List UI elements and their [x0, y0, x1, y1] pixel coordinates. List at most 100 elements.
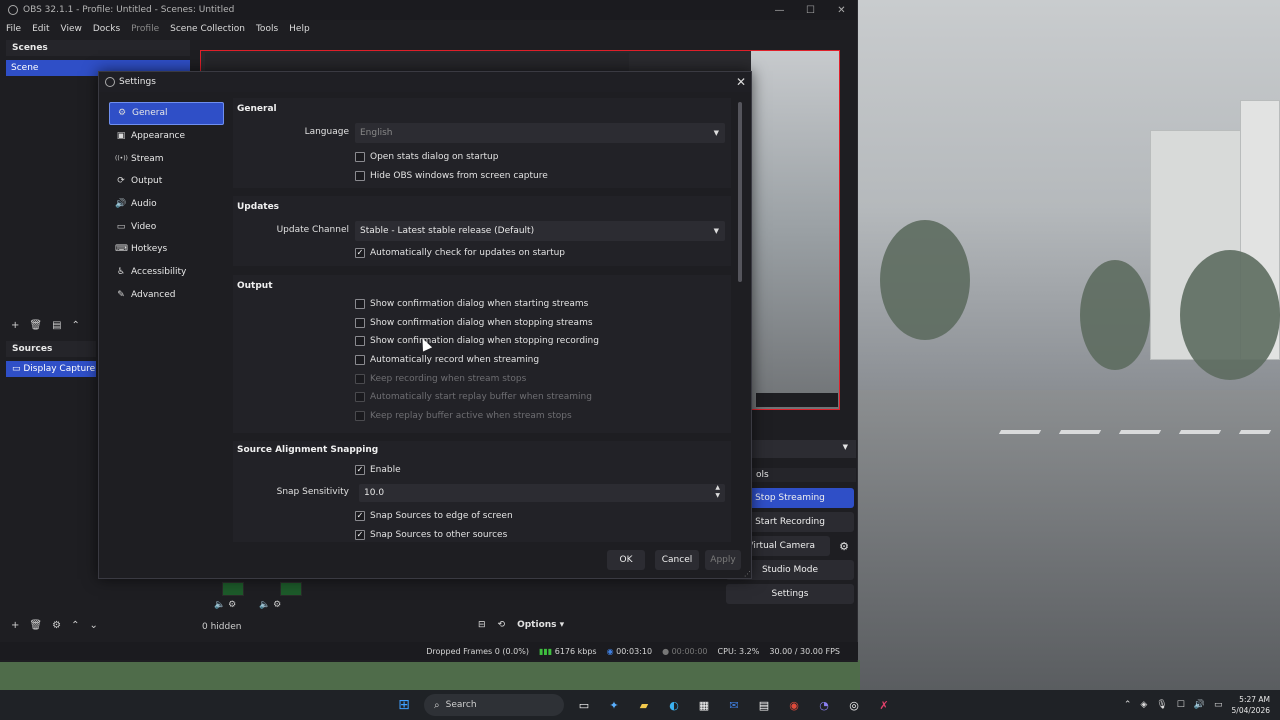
scenes-dock-header: Scenes: [6, 40, 190, 56]
update-channel-select[interactable]: Stable - Latest stable release (Default)…: [355, 221, 725, 241]
nav-accessibility[interactable]: ♿ Accessibility: [109, 261, 224, 284]
mixer-settings-icon[interactable]: ⚙: [273, 600, 281, 610]
road-marking: [1118, 430, 1162, 434]
menu-docks[interactable]: Docks: [93, 24, 120, 34]
nav-appearance[interactable]: ▣ Appearance: [109, 125, 224, 148]
menu-file[interactable]: File: [6, 24, 21, 34]
scene-filter-icon[interactable]: ▤: [52, 320, 61, 331]
general-group-title: General: [237, 104, 277, 114]
transition-select[interactable]: ▼: [752, 440, 856, 458]
checkbox-box: [355, 318, 365, 328]
virtual-camera-settings-icon[interactable]: ⚙: [836, 540, 852, 554]
obs-window-title: OBS 32.1.1 - Profile: Untitled - Scenes:…: [23, 5, 235, 15]
confirm-stop-stream-checkbox[interactable]: Show confirmation dialog when stopping s…: [355, 318, 593, 328]
stream-icon: ◉: [606, 646, 614, 656]
move-down-icon[interactable]: ⌄: [89, 620, 97, 631]
maximize-icon[interactable]: ☐: [795, 5, 826, 16]
app-taskbar-icon[interactable]: ✗: [874, 695, 894, 715]
snapping-group-title: Source Alignment Snapping: [237, 445, 379, 455]
network-icon[interactable]: ☐: [1177, 700, 1185, 710]
snap-sensitivity-spinbox[interactable]: 10.0 ▲ ▼: [359, 484, 725, 502]
scrollbar-thumb[interactable]: [738, 102, 742, 282]
nav-advanced[interactable]: ✎ Advanced: [109, 284, 224, 307]
snap-edge-checkbox[interactable]: ✓ Snap Sources to edge of screen: [355, 511, 513, 521]
settings-button[interactable]: Settings: [726, 584, 854, 604]
ok-button[interactable]: OK: [607, 550, 645, 570]
mixer-settings-icon[interactable]: ⚙: [228, 600, 236, 610]
snap-sensitivity-label: Snap Sensitivity: [276, 487, 349, 497]
open-stats-checkbox[interactable]: Open stats dialog on startup: [355, 152, 498, 162]
taskbar-search[interactable]: ⌕ Search: [424, 694, 564, 716]
menu-profile[interactable]: Profile: [131, 24, 159, 34]
chevron-down-icon: ▼: [713, 129, 719, 137]
tray-app-icon[interactable]: ◈: [1140, 700, 1147, 710]
settings-scrollbar[interactable]: [737, 102, 743, 542]
spin-arrows-icon[interactable]: ▲ ▼: [715, 484, 720, 500]
discord-icon[interactable]: ◔: [814, 695, 834, 715]
speaker-icon[interactable]: 🔈: [259, 600, 270, 610]
add-scene-icon[interactable]: +: [11, 320, 19, 331]
minimize-icon[interactable]: —: [764, 5, 795, 16]
terminal-icon[interactable]: ▤: [754, 695, 774, 715]
nav-video[interactable]: ▭ Video: [109, 215, 224, 238]
snap-other-sources-checkbox[interactable]: ✓ Snap Sources to other sources: [355, 530, 507, 540]
chrome-icon[interactable]: ◉: [784, 695, 804, 715]
road-marking: [1058, 430, 1102, 434]
background-foliage: [0, 660, 860, 690]
taskbar-clock[interactable]: 5:27 AM 5/04/2026: [1232, 694, 1270, 716]
edge-browser-icon[interactable]: ◐: [664, 695, 684, 715]
menu-tools[interactable]: Tools: [256, 24, 278, 34]
auto-update-checkbox[interactable]: ✓ Automatically check for updates on star…: [355, 248, 565, 258]
nav-hotkeys[interactable]: ⌨ Hotkeys: [109, 238, 224, 261]
speaker-icon[interactable]: 🔈: [214, 600, 225, 610]
hide-obs-checkbox[interactable]: Hide OBS windows from screen capture: [355, 171, 548, 181]
outlook-icon[interactable]: ✉: [724, 695, 744, 715]
chevron-down-icon: ▼: [842, 443, 848, 451]
transform-icon[interactable]: ⟲: [498, 620, 506, 630]
microphone-icon[interactable]: 🎙: [1156, 700, 1167, 710]
resize-grip-icon[interactable]: ⋰: [744, 570, 751, 578]
chevron-up-icon[interactable]: ⌃: [1124, 700, 1132, 710]
language-select[interactable]: English ▼: [355, 123, 725, 143]
obs-menu-bar: File Edit View Docks Profile Scene Colle…: [0, 20, 857, 38]
nav-general[interactable]: ⚙ General: [109, 102, 224, 125]
menu-edit[interactable]: Edit: [32, 24, 49, 34]
recording-time: ● 00:00:00: [662, 646, 708, 656]
confirm-start-stream-checkbox[interactable]: Show confirmation dialog when starting s…: [355, 299, 588, 309]
menu-view[interactable]: View: [61, 24, 82, 34]
checkbox-box: [355, 392, 365, 402]
cancel-button[interactable]: Cancel: [655, 550, 699, 570]
nav-audio[interactable]: 🔊 Audio: [109, 193, 224, 216]
close-icon[interactable]: ✕: [826, 5, 857, 16]
nav-output[interactable]: ⟳ Output: [109, 170, 224, 193]
file-explorer-icon[interactable]: ▰: [634, 695, 654, 715]
audio-meter: [222, 582, 244, 596]
store-icon[interactable]: ▦: [694, 695, 714, 715]
layout-icon[interactable]: ⊟: [478, 620, 486, 630]
menu-scene-collection[interactable]: Scene Collection: [170, 24, 245, 34]
nav-stream[interactable]: ((•)) Stream: [109, 147, 224, 170]
apply-button[interactable]: Apply: [705, 550, 741, 570]
copilot-icon[interactable]: ✦: [604, 695, 624, 715]
source-properties-icon[interactable]: ⚙: [52, 620, 61, 631]
source-list-item[interactable]: ▭ Display Capture: [6, 361, 96, 377]
remove-source-icon[interactable]: 🗑: [29, 620, 42, 631]
move-up-icon[interactable]: ⌃: [71, 620, 79, 631]
battery-icon[interactable]: ▭: [1214, 700, 1223, 710]
road-marking: [998, 430, 1042, 434]
sources-dock-header: Sources: [6, 341, 96, 357]
move-up-icon[interactable]: ⌃: [72, 320, 80, 331]
close-icon[interactable]: ✕: [731, 75, 751, 89]
confirm-stop-recording-checkbox[interactable]: Show confirmation dialog when stopping r…: [355, 336, 599, 346]
windows-start-icon[interactable]: ⊞: [394, 695, 414, 715]
menu-help[interactable]: Help: [289, 24, 310, 34]
add-source-icon[interactable]: +: [11, 620, 19, 631]
task-view-icon[interactable]: ▭: [574, 695, 594, 715]
volume-icon[interactable]: 🔊: [1194, 700, 1205, 710]
obs-taskbar-icon[interactable]: ◎: [844, 695, 864, 715]
remove-scene-icon[interactable]: 🗑: [29, 320, 42, 331]
auto-record-checkbox[interactable]: Automatically record when streaming: [355, 355, 539, 365]
snapping-enable-checkbox[interactable]: ✓ Enable: [355, 465, 401, 475]
checkmark-icon: ✓: [355, 465, 365, 475]
options-button[interactable]: Options ▾: [517, 620, 564, 630]
